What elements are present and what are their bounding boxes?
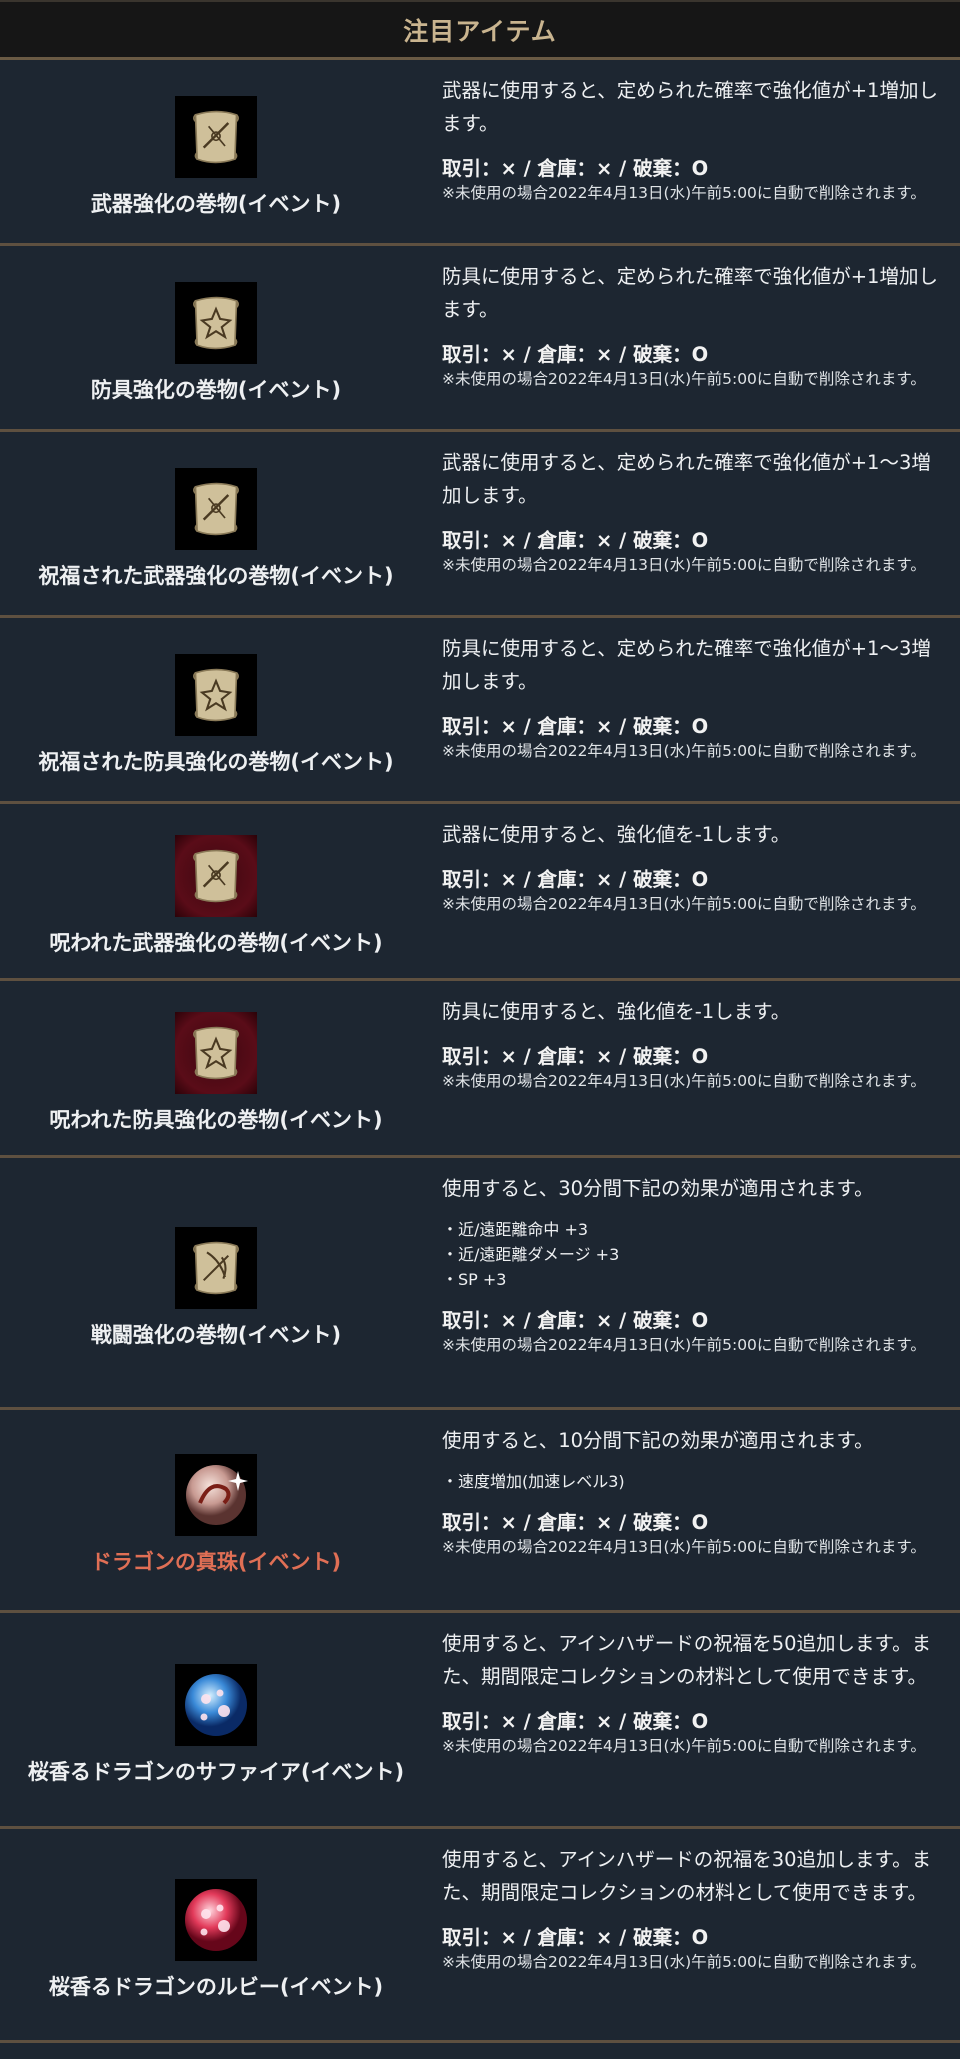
battle-scroll-icon	[175, 1226, 257, 1309]
trade-info: 取引：× / 倉庫：× / 破棄：O	[442, 1926, 709, 1949]
item-details: 防具に使用すると、定められた確率で強化値が+1～3増加します。取引：× / 倉庫…	[432, 618, 960, 801]
item-info: 呪われた武器強化の巻物(イベント)	[0, 804, 432, 978]
item-info: 桜香るドラゴンのルビー(イベント)	[0, 1829, 432, 2040]
item-description: 防具に使用すると、強化値を-1します。	[442, 1000, 791, 1023]
item-info: ドラゴンの真珠(イベント)	[0, 1410, 432, 1610]
item-details: 防具に使用すると、強化値を-1します。 取引：× / 倉庫：× / 破棄：O ※未使…	[432, 981, 960, 1155]
item-info: 戦闘強化の巻物(イベント)	[0, 1158, 432, 1407]
sakura-ruby-icon	[175, 1878, 257, 1961]
expiry-note: ※未使用の場合2022年4月13日(水)午前5:00に自動で削除されます。	[442, 742, 926, 760]
item-name: 戦闘強化の巻物(イベント)	[90, 1322, 342, 1347]
item-name: 桜香るドラゴンのルビー(イベント)	[48, 1974, 384, 1999]
dragon-pearl-icon	[175, 1454, 257, 1537]
item-name: 防具強化の巻物(イベント)	[90, 377, 342, 402]
effect-item: ・速度増加(加速レベル3)	[442, 1472, 625, 1491]
item-info: 防具強化の巻物(イベント)	[0, 246, 432, 429]
item-info: 桜香るドラゴンのサファイア(イベント)	[0, 1613, 432, 1826]
item-details: 使用すると、30分間下記の効果が適用されます。 ・近/遠距離命中 +3 ・近/遠距離…	[432, 1158, 960, 1407]
trade-info: 取引：× / 倉庫：× / 破棄：O	[442, 868, 709, 891]
blessed-weapon-scroll-icon	[175, 467, 257, 550]
item-name: 桜香るドラゴンのサファイア(イベント)	[27, 1759, 405, 1784]
expiry-note: ※未使用の場合2022年4月13日(水)午前5:00に自動で削除されます。	[442, 1072, 926, 1090]
weapon-scroll-icon	[175, 95, 257, 178]
item-description: 使用すると、30分間下記の効果が適用されます。	[442, 1177, 874, 1200]
item-description: 武器に使用すると、強化値を-1します。	[442, 823, 791, 846]
effect-item: ・近/遠距離命中 +3	[442, 1220, 589, 1239]
effect-list: ・速度増加(加速レベル3)	[442, 1469, 938, 1494]
armor-scroll-icon	[175, 281, 257, 364]
item-row: 祝福された武器強化の巻物(イベント) 武器に使用すると、定められた確率で強化値が+…	[0, 432, 960, 618]
item-description: 使用すると、アインハザードの祝福を30追加します。また、期間限定コレクションの材…	[442, 1848, 932, 1904]
item-name: 祝福された武器強化の巻物(イベント)	[38, 563, 394, 588]
cursed-armor-scroll-icon	[175, 1012, 257, 1095]
effect-item: ・SP +3	[442, 1270, 507, 1289]
item-row: 呪われた防具強化の巻物(イベント) 防具に使用すると、強化値を-1します。 取引：×…	[0, 981, 960, 1158]
expiry-note: ※未使用の場合2022年4月13日(水)午前5:00に自動で削除されます。	[442, 1336, 926, 1354]
item-details: 使用すると、アインハザードの祝福を50追加します。また、期間限定コレクションの材…	[432, 1613, 960, 1826]
item-description: 防具に使用すると、定められた確率で強化値が+1～3増加します。	[442, 637, 931, 693]
item-row: ドラゴンの真珠(イベント) 使用すると、10分間下記の効果が適用されます。・速度増…	[0, 1410, 960, 1613]
item-name: 呪われた武器強化の巻物(イベント)	[49, 931, 383, 956]
item-details: 武器に使用すると、定められた確率で強化値が+1～3増加します。取引：× / 倉庫…	[432, 432, 960, 615]
item-row: 戦闘強化の巻物(イベント) 使用すると、30分間下記の効果が適用されます。・近/遠…	[0, 1158, 960, 1410]
item-row: 桜香るドラゴンのルビー(イベント) 使用すると、アインハザードの祝福を30追加しま…	[0, 1829, 960, 2043]
item-details: 武器に使用すると、強化値を-1します。 取引：× / 倉庫：× / 破棄：O ※未使…	[432, 804, 960, 978]
item-description: 防具に使用すると、定められた確率で強化値が+1増加します。	[442, 265, 938, 321]
item-details: 使用すると、10分間下記の効果が適用されます。・速度増加(加速レベル3) 取引：×…	[432, 1410, 960, 1610]
trade-info: 取引：× / 倉庫：× / 破棄：O	[442, 1710, 709, 1733]
trade-info: 取引：× / 倉庫：× / 破棄：O	[442, 529, 709, 552]
item-row: 防具強化の巻物(イベント) 防具に使用すると、定められた確率で強化値が+1増加しま…	[0, 246, 960, 432]
expiry-note: ※未使用の場合2022年4月13日(水)午前5:00に自動で削除されます。	[442, 1737, 926, 1755]
item-name: 呪われた防具強化の巻物(イベント)	[49, 1108, 383, 1133]
expiry-note: ※未使用の場合2022年4月13日(水)午前5:00に自動で削除されます。	[442, 1953, 926, 1971]
item-info: 武器強化の巻物(イベント)	[0, 60, 432, 243]
section-header: 注目アイテム	[0, 0, 960, 60]
item-description: 使用すると、アインハザードの祝福を50追加します。また、期間限定コレクションの材…	[442, 1632, 932, 1688]
expiry-note: ※未使用の場合2022年4月13日(水)午前5:00に自動で削除されます。	[442, 1538, 926, 1556]
item-name: 祝福された防具強化の巻物(イベント)	[38, 749, 394, 774]
expiry-note: ※未使用の場合2022年4月13日(水)午前5:00に自動で削除されます。	[442, 370, 926, 388]
cursed-weapon-scroll-icon	[175, 835, 257, 918]
item-row: 祝福された防具強化の巻物(イベント) 防具に使用すると、定められた確率で強化値が+…	[0, 618, 960, 804]
trade-info: 取引：× / 倉庫：× / 破棄：O	[442, 1045, 709, 1068]
item-details: 武器に使用すると、定められた確率で強化値が+1増加します。取引：× / 倉庫：×…	[432, 60, 960, 243]
trade-info: 取引：× / 倉庫：× / 破棄：O	[442, 343, 709, 366]
item-row: 桜香るドラゴンのサファイア(イベント) 使用すると、アインハザードの祝福を50追加…	[0, 1613, 960, 1829]
blessed-armor-scroll-icon	[175, 653, 257, 736]
item-info: 祝福された武器強化の巻物(イベント)	[0, 432, 432, 615]
item-name: 武器強化の巻物(イベント)	[90, 191, 342, 216]
item-details: 使用すると、アインハザードの祝福を30追加します。また、期間限定コレクションの材…	[432, 1829, 960, 2040]
item-info: 呪われた防具強化の巻物(イベント)	[0, 981, 432, 1155]
section-title: 注目アイテム	[403, 16, 557, 46]
item-row: 武器強化の巻物(イベント) 武器に使用すると、定められた確率で強化値が+1増加しま…	[0, 60, 960, 246]
item-description: 武器に使用すると、定められた確率で強化値が+1増加します。	[442, 79, 938, 135]
effect-list: ・近/遠距離命中 +3 ・近/遠距離ダメージ +3 ・SP +3	[442, 1217, 938, 1292]
item-row: 呪われた武器強化の巻物(イベント) 武器に使用すると、強化値を-1します。 取引：×…	[0, 804, 960, 981]
expiry-note: ※未使用の場合2022年4月13日(水)午前5:00に自動で削除されます。	[442, 895, 926, 913]
item-info: 祝福された防具強化の巻物(イベント)	[0, 618, 432, 801]
expiry-note: ※未使用の場合2022年4月13日(水)午前5:00に自動で削除されます。	[442, 556, 926, 574]
item-description: 使用すると、10分間下記の効果が適用されます。	[442, 1429, 874, 1452]
item-description: 武器に使用すると、定められた確率で強化値が+1～3増加します。	[442, 451, 931, 507]
trade-info: 取引：× / 倉庫：× / 破棄：O	[442, 715, 709, 738]
item-details: 防具に使用すると、定められた確率で強化値が+1増加します。取引：× / 倉庫：×…	[432, 246, 960, 429]
expiry-note: ※未使用の場合2022年4月13日(水)午前5:00に自動で削除されます。	[442, 184, 926, 202]
trade-info: 取引：× / 倉庫：× / 破棄：O	[442, 157, 709, 180]
trade-info: 取引：× / 倉庫：× / 破棄：O	[442, 1511, 709, 1534]
sakura-sapphire-icon	[175, 1663, 257, 1746]
effect-item: ・近/遠距離ダメージ +3	[442, 1245, 620, 1264]
item-list: 武器強化の巻物(イベント) 武器に使用すると、定められた確率で強化値が+1増加しま…	[0, 60, 960, 2043]
trade-info: 取引：× / 倉庫：× / 破棄：O	[442, 1309, 709, 1332]
item-name: ドラゴンの真珠(イベント)	[90, 1550, 342, 1575]
